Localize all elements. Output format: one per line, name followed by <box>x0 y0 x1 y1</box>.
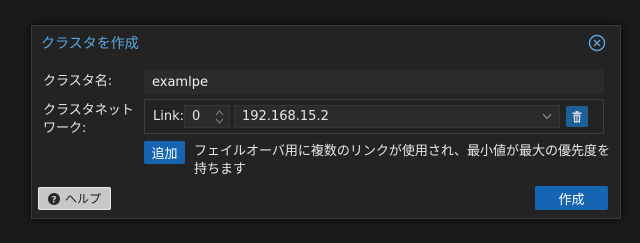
spinner-arrows-icon[interactable] <box>215 109 224 125</box>
question-circle-icon: ? <box>47 192 60 205</box>
dialog-title: クラスタを作成 <box>41 36 139 52</box>
dialog-titlebar: クラスタを作成 <box>32 26 620 60</box>
cluster-name-label: クラスタ名: <box>43 74 113 89</box>
chevron-down-icon[interactable] <box>542 113 552 120</box>
delete-link-button[interactable] <box>566 106 588 127</box>
create-cluster-dialog: クラスタを作成 クラスタ名: examlpe クラスタネットワーク: Link:… <box>31 25 621 219</box>
close-icon[interactable] <box>588 34 606 52</box>
link-hint-text: フェイルオーバ用に複数のリンクが使用され、最小値が最大の優先度を持ちます <box>194 144 611 177</box>
svg-text:?: ? <box>51 195 56 205</box>
trash-icon <box>572 110 582 122</box>
add-link-button[interactable]: 追加 <box>144 141 185 164</box>
link-label: Link: <box>153 109 185 124</box>
address-value: 192.168.15.2 <box>242 109 329 124</box>
cluster-name-input[interactable]: examlpe <box>144 70 604 94</box>
address-select[interactable]: 192.168.15.2 <box>234 105 560 128</box>
dialog-footer: ? ヘルプ 作成 <box>32 180 620 218</box>
link-number-value: 0 <box>192 109 201 124</box>
help-button[interactable]: ? ヘルプ <box>38 187 111 210</box>
network-link-row: Link: 0 192.168.15.2 <box>144 99 604 134</box>
cluster-network-label: クラスタネットワーク: <box>43 103 134 136</box>
link-number-spinner[interactable]: 0 <box>184 105 230 128</box>
help-label: ヘルプ <box>64 192 101 206</box>
create-button[interactable]: 作成 <box>535 186 608 210</box>
form-area: クラスタ名: examlpe クラスタネットワーク: Link: 0 192.1… <box>32 60 620 181</box>
